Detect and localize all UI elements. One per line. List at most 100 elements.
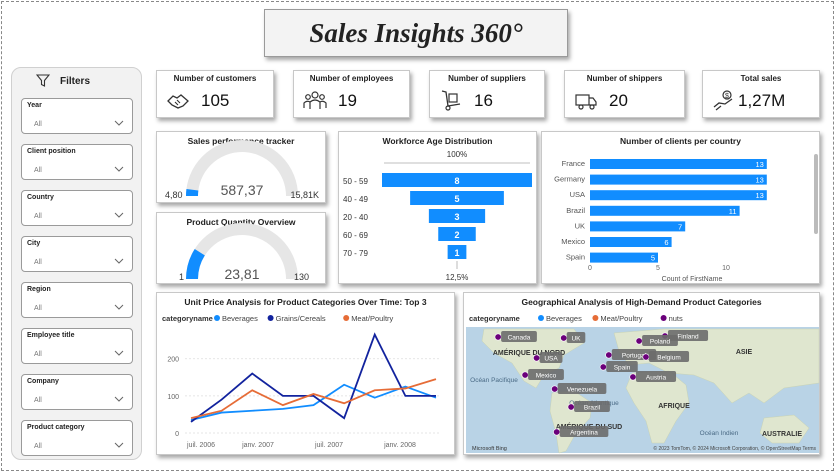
- map-bubble[interactable]: [635, 337, 643, 345]
- slicer-value: All: [34, 167, 42, 174]
- bar-uk[interactable]: [590, 221, 686, 232]
- sales-performance-gauge-card[interactable]: Sales performance tracker 587,37 4,80 15…: [156, 131, 326, 203]
- bar-france[interactable]: [590, 159, 767, 169]
- chevron-down-icon[interactable]: [114, 257, 124, 265]
- funnel-category-label: 70 - 79: [343, 249, 368, 258]
- kpi-card-2[interactable]: Number of employees 19: [293, 70, 410, 118]
- funnel-value-label: 1: [454, 248, 459, 258]
- chevron-down-icon[interactable]: [114, 165, 124, 173]
- funnel-category-label: 20 - 40: [343, 213, 368, 222]
- map-legend-label[interactable]: Meat/Poultry: [600, 314, 642, 323]
- line-series-beverages[interactable]: [190, 383, 437, 421]
- map-country-tag[interactable]: Belgium: [657, 355, 680, 362]
- gauge-value: 23,81: [224, 266, 259, 282]
- bar-spain[interactable]: [590, 252, 658, 263]
- map-country-tag[interactable]: Canada: [508, 335, 531, 342]
- bar-germany[interactable]: [590, 174, 767, 185]
- kpi-label: Number of employees: [309, 74, 394, 83]
- unit-price-line-chart-card[interactable]: Unit Price Analysis for Product Categori…: [156, 292, 455, 455]
- chevron-down-icon[interactable]: [114, 211, 124, 219]
- filters-heading: Filters: [60, 75, 91, 87]
- kpi-label: Number of customers: [173, 74, 257, 83]
- map-bubble[interactable]: [629, 373, 637, 381]
- bar-data-label: 5: [651, 254, 655, 263]
- map-country-tag[interactable]: USA: [544, 356, 558, 363]
- kpi-label: Number of shippers: [586, 74, 663, 83]
- filters-header: Filters: [36, 74, 90, 88]
- map-country-tag[interactable]: Venezuela: [567, 387, 598, 394]
- legend-marker: [343, 315, 350, 321]
- map-legend-label[interactable]: nuts: [669, 314, 683, 323]
- slicer-label: Product category: [27, 424, 85, 431]
- gauge-fill: [186, 248, 206, 280]
- kpi-card-5[interactable]: Total sales $1,27M: [702, 70, 820, 118]
- kpi-value: 19: [338, 91, 357, 110]
- map-country-tag[interactable]: UK: [571, 336, 581, 343]
- workforce-age-funnel-card[interactable]: Workforce Age Distribution 100% 50 - 59 8 4…: [338, 131, 537, 284]
- slicer-label: Year: [27, 102, 42, 109]
- chevron-down-icon[interactable]: [114, 349, 124, 357]
- kpi-label: Total sales: [740, 74, 782, 83]
- map-bubble[interactable]: [567, 403, 575, 411]
- map-bubble[interactable]: [553, 428, 561, 436]
- map-country-tag[interactable]: Spain: [614, 365, 631, 372]
- map-bubble[interactable]: [599, 363, 607, 371]
- bar-data-label: 6: [664, 238, 668, 247]
- chevron-down-icon[interactable]: [114, 441, 124, 449]
- slicer-label: Region: [27, 286, 51, 293]
- slicer-client-position[interactable]: Client position All: [21, 144, 133, 180]
- slicer-label: City: [27, 240, 41, 247]
- kpi-card-3[interactable]: Number of suppliers 16: [429, 70, 545, 118]
- map-bubble[interactable]: [551, 385, 559, 393]
- kpi-card-1[interactable]: Number of customers 105: [156, 70, 274, 118]
- map-country-tag[interactable]: Argentina: [570, 430, 598, 437]
- map-bubble[interactable]: [494, 333, 502, 341]
- map-country-tag[interactable]: Mexico: [536, 373, 557, 380]
- map-bubble[interactable]: [533, 354, 541, 362]
- map-country-tag[interactable]: Brazil: [584, 405, 601, 412]
- slicer-product-category[interactable]: Product category All: [21, 420, 133, 456]
- map-country-tag[interactable]: Austria: [646, 375, 667, 382]
- map-bubble[interactable]: [521, 371, 529, 379]
- bar-data-label: 11: [729, 207, 737, 216]
- slicer-region[interactable]: Region All: [21, 282, 133, 318]
- chevron-down-icon[interactable]: [114, 303, 124, 311]
- kpi-value: 105: [201, 91, 230, 110]
- slicer-value: All: [34, 305, 42, 312]
- legend-label[interactable]: Beverages: [222, 314, 258, 323]
- line-x-tick: juil. 2006: [186, 442, 215, 449]
- map-region-label: AUSTRALIE: [762, 431, 802, 438]
- slicer-employee-title[interactable]: Employee title All: [21, 328, 133, 364]
- geo-demand-map-card[interactable]: Geographical Analysis of High-Demand Pro…: [463, 292, 820, 455]
- product-quantity-gauge-card[interactable]: Product Quantity Overview 23,81 1 130: [156, 212, 326, 284]
- gauge-min: 1: [179, 272, 184, 282]
- slicer-year[interactable]: Year All: [21, 98, 133, 134]
- legend-label[interactable]: Grains/Cereals: [276, 314, 326, 323]
- line-series-grains-cereals[interactable]: [190, 332, 436, 423]
- kpi-value: 20: [609, 91, 628, 110]
- map-country-tag[interactable]: Finland: [677, 334, 699, 341]
- map-bubble[interactable]: [642, 353, 650, 361]
- bar-x-tick: 5: [656, 265, 660, 272]
- map-legend-label[interactable]: Beverages: [546, 314, 582, 323]
- slicer-country[interactable]: Country All: [21, 190, 133, 226]
- funnel-value-label: 8: [454, 176, 459, 186]
- map-bubble[interactable]: [605, 351, 613, 359]
- bar-mexico[interactable]: [590, 237, 672, 247]
- vertical-scrollbar[interactable]: [814, 154, 818, 234]
- map-region-label: Océan Pacifique: [470, 377, 518, 384]
- delivery-truck-icon: [575, 94, 597, 110]
- map-legend-marker: [592, 315, 599, 321]
- kpi-card-4[interactable]: Number of shippers 20: [564, 70, 685, 118]
- slicer-company[interactable]: Company All: [21, 374, 133, 410]
- legend-label[interactable]: Meat/Poultry: [351, 314, 393, 323]
- slicer-value: All: [34, 351, 42, 358]
- bar-brazil[interactable]: [590, 205, 740, 216]
- map-country-tag[interactable]: Poland: [650, 339, 671, 346]
- bar-usa[interactable]: [590, 190, 767, 201]
- slicer-city[interactable]: City All: [21, 236, 133, 272]
- chevron-down-icon[interactable]: [114, 119, 124, 127]
- chevron-down-icon[interactable]: [114, 395, 124, 403]
- map-bubble[interactable]: [560, 334, 568, 342]
- clients-per-country-card[interactable]: Number of clients per country France 13 Ge…: [541, 131, 820, 284]
